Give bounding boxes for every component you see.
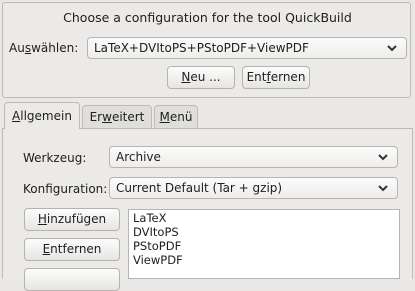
chevron-down-icon — [378, 185, 388, 192]
chevron-down-icon — [387, 45, 397, 52]
list-item[interactable]: ViewPDF — [133, 253, 183, 267]
tool-list[interactable]: LaTeX DVItoPS PStoPDF ViewPDF — [128, 209, 400, 279]
partial-button[interactable] — [24, 268, 120, 291]
new-button[interactable]: Neu ... — [167, 66, 235, 89]
tab-menu[interactable]: Menü — [154, 105, 198, 129]
list-item[interactable]: PStoPDF — [133, 239, 181, 253]
tool-label: Werkzeug: — [23, 151, 87, 165]
configuration-select[interactable]: LaTeX+DVItoPS+PStoPDF+ViewPDF — [87, 37, 407, 59]
tool-configuration-select[interactable]: Current Default (Tar + gzip) — [109, 177, 398, 199]
select-configuration-label: Auswählen: — [9, 41, 79, 55]
configuration-label: Konfiguration: — [23, 182, 108, 196]
group-heading: Choose a configuration for the tool Quic… — [63, 10, 352, 25]
list-item[interactable]: DVItoPS — [133, 225, 179, 239]
tool-select-value: Archive — [116, 150, 161, 164]
add-button[interactable]: Hinzufügen — [24, 208, 120, 231]
tool-configuration-select-value: Current Default (Tar + gzip) — [116, 181, 283, 195]
remove-button[interactable]: Entfernen — [24, 238, 120, 261]
list-item[interactable]: LaTeX — [133, 211, 166, 225]
remove-configuration-button[interactable]: Entfernen — [242, 66, 310, 89]
tab-allgemein[interactable]: Allgemein — [4, 102, 80, 129]
configuration-select-value: LaTeX+DVItoPS+PStoPDF+ViewPDF — [94, 41, 309, 55]
tool-select[interactable]: Archive — [109, 146, 398, 168]
chevron-down-icon — [378, 154, 388, 161]
tab-erweitert[interactable]: Erweitert — [82, 105, 152, 129]
